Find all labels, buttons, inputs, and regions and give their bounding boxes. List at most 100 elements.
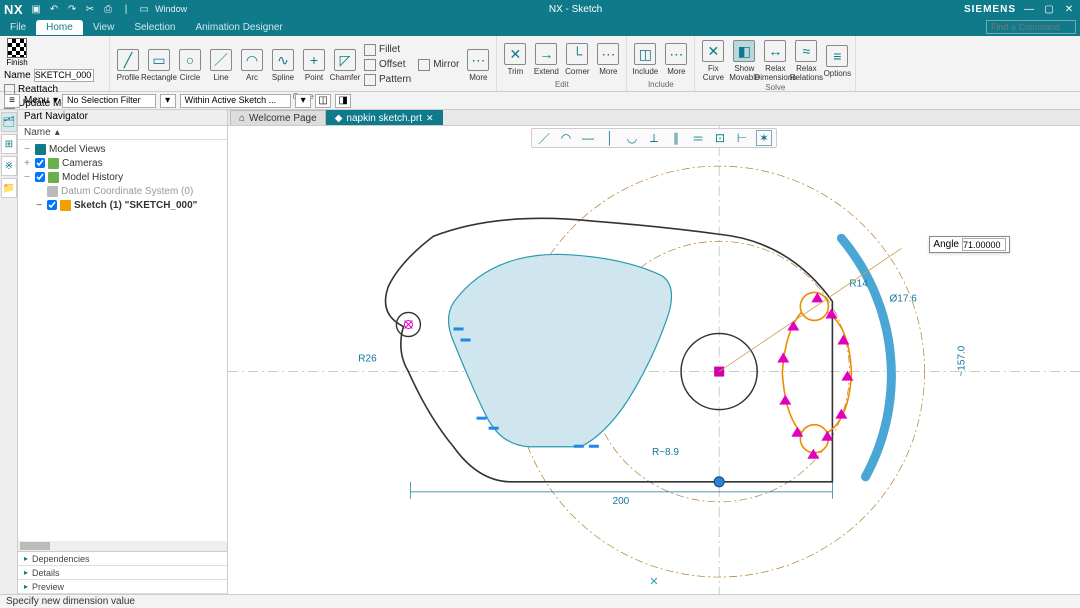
include-more-button[interactable]: ⋯More	[662, 41, 690, 76]
spline-button[interactable]: ∿Spline	[269, 47, 297, 82]
menu-chevron-icon[interactable]: ▾	[53, 95, 58, 106]
relax-dimensions-button[interactable]: ↔Relax Dimensions	[761, 38, 789, 82]
tangent-icon[interactable]: ◡	[624, 130, 640, 146]
include-button[interactable]: ◫Include	[631, 41, 659, 76]
doc-tab-napkin-sketch[interactable]: ◆napkin sketch.prt✕	[326, 110, 443, 125]
navigator-sections: Dependencies Details Preview	[18, 551, 227, 594]
selection-button-1[interactable]: ◫	[315, 94, 331, 108]
equal-icon[interactable]: ＝	[690, 130, 706, 146]
dim-h1570[interactable]: ~157.0	[957, 345, 968, 376]
chamfer-icon: ◸	[334, 49, 356, 71]
part-navigator-tab[interactable]: 🗂	[1, 112, 17, 132]
scope-toggle[interactable]: ▾	[295, 94, 311, 108]
offset-button[interactable]: Offset	[364, 57, 411, 72]
tab-view[interactable]: View	[83, 20, 125, 35]
reuse-tab[interactable]: 📁	[1, 178, 17, 198]
arc-tool-icon[interactable]: ◠	[558, 130, 574, 146]
close-tab-icon[interactable]: ✕	[426, 113, 434, 124]
options-button[interactable]: ≡Options	[823, 43, 851, 78]
assembly-navigator-tab[interactable]: ⊞	[1, 134, 17, 154]
tab-home[interactable]: Home	[36, 20, 83, 35]
dim-r26[interactable]: R26	[358, 354, 377, 365]
perp-icon[interactable]: ⟂	[646, 130, 662, 146]
tree-node-cameras[interactable]: +Cameras	[22, 156, 223, 170]
horizontal-scrollbar[interactable]	[18, 541, 227, 551]
sketch-name-input[interactable]	[34, 69, 94, 82]
coincident-icon[interactable]: ⊡	[712, 130, 728, 146]
checkbox[interactable]	[47, 200, 57, 210]
cut-icon[interactable]: ✂	[83, 2, 97, 16]
undo-icon[interactable]: ↶	[47, 2, 61, 16]
minimize-icon[interactable]: —	[1022, 2, 1036, 16]
circle-icon: ○	[179, 49, 201, 71]
arc-button[interactable]: ◠Arc	[238, 47, 266, 82]
tab-animation-designer[interactable]: Animation Designer	[185, 20, 292, 35]
angle-input[interactable]	[962, 238, 1006, 251]
line-button[interactable]: ／Line	[207, 47, 235, 82]
mirror-button[interactable]: Mirror	[418, 57, 459, 72]
tree-node-model-history[interactable]: −Model History	[22, 170, 223, 184]
section-preview[interactable]: Preview	[18, 580, 227, 594]
window-dropdown[interactable]: Window	[155, 2, 187, 16]
window-icon[interactable]: ▭	[137, 2, 151, 16]
circle-button[interactable]: ○Circle	[176, 47, 204, 82]
menu-bar: File Home View Selection Animation Desig…	[0, 18, 1080, 36]
pattern-button[interactable]: Pattern	[364, 72, 411, 87]
vertical-icon[interactable]: │	[602, 130, 618, 146]
quick-access-toolbar: ▣ ↶ ↷ ✂ ⎙ | ▭ Window	[29, 2, 187, 16]
checkbox[interactable]	[35, 158, 45, 168]
dim-r89[interactable]: R~8.9	[652, 447, 679, 458]
close-icon[interactable]: ✕	[1062, 2, 1076, 16]
rectangle-button[interactable]: ▭Rectangle	[145, 47, 173, 82]
folder-icon	[35, 144, 46, 155]
search-input[interactable]	[986, 20, 1076, 34]
dim-d178[interactable]: Ø17.6	[890, 293, 918, 304]
tab-file[interactable]: File	[0, 20, 36, 35]
ribbon-group-edit: ✕Trim →Extend └Corner ⋯More Edit	[497, 36, 627, 91]
tree-node-sketch-000[interactable]: −Sketch (1) "SKETCH_000"	[22, 198, 223, 212]
point-button[interactable]: +Point	[300, 47, 328, 82]
curve-more-button[interactable]: ⋯More	[464, 47, 492, 82]
menu-button[interactable]: ≡	[4, 94, 20, 108]
settings-icon[interactable]: ✶	[756, 130, 772, 146]
section-details[interactable]: Details	[18, 566, 227, 580]
chamfer-button[interactable]: ◸Chamfer	[331, 47, 359, 82]
dim-width[interactable]: 200	[613, 496, 630, 507]
angle-value-editor[interactable]: Angle	[929, 236, 1010, 253]
constraint-navigator-tab[interactable]: ※	[1, 156, 17, 176]
selection-button-2[interactable]: ◨	[335, 94, 351, 108]
profile-button[interactable]: ╱Profile	[114, 47, 142, 82]
selection-scope-dropdown[interactable]: Within Active Sketch ...	[180, 94, 292, 108]
camera-icon	[48, 158, 59, 169]
dim-r14[interactable]: R14	[849, 278, 868, 289]
tab-selection[interactable]: Selection	[124, 20, 185, 35]
tree-node-model-views[interactable]: −Model Views	[22, 142, 223, 156]
filter-toggle[interactable]: ▾	[160, 94, 176, 108]
fillet-button[interactable]: Fillet	[364, 42, 411, 57]
save-icon[interactable]: ▣	[29, 2, 43, 16]
include-icon: ◫	[634, 43, 656, 65]
horizontal-icon[interactable]: —	[580, 130, 596, 146]
line-tool-icon[interactable]: ／	[536, 130, 552, 146]
extend-button[interactable]: →Extend	[532, 41, 560, 76]
tree-node-datum-csys[interactable]: Datum Coordinate System (0)	[22, 184, 223, 198]
sketch-canvas[interactable]: 200 R26 Ø17.6 R~8.9 ~157.0 R14	[228, 126, 1080, 594]
origin-marker[interactable]	[714, 367, 724, 377]
print-icon[interactable]: ⎙	[101, 2, 115, 16]
history-icon	[48, 172, 59, 183]
corner-button[interactable]: └Corner	[563, 41, 591, 76]
restore-icon[interactable]: ▢	[1042, 2, 1056, 16]
trim-button[interactable]: ✕Trim	[501, 41, 529, 76]
finish-sketch-icon[interactable]	[7, 38, 27, 58]
relax-relations-button[interactable]: ≈Relax Relations	[792, 38, 820, 82]
redo-icon[interactable]: ↷	[65, 2, 79, 16]
selection-filter-dropdown[interactable]: No Selection Filter	[62, 94, 156, 108]
column-header-name[interactable]: Name ▴	[18, 126, 227, 140]
parallel-icon[interactable]: ∥	[668, 130, 684, 146]
fix-curve-button[interactable]: ✕Fix Curve	[699, 38, 727, 82]
doc-tab-welcome[interactable]: ⌂Welcome Page	[230, 110, 326, 125]
checkbox[interactable]	[35, 172, 45, 182]
section-dependencies[interactable]: Dependencies	[18, 552, 227, 566]
edit-more-button[interactable]: ⋯More	[594, 41, 622, 76]
midpoint-icon[interactable]: ⊢	[734, 130, 750, 146]
